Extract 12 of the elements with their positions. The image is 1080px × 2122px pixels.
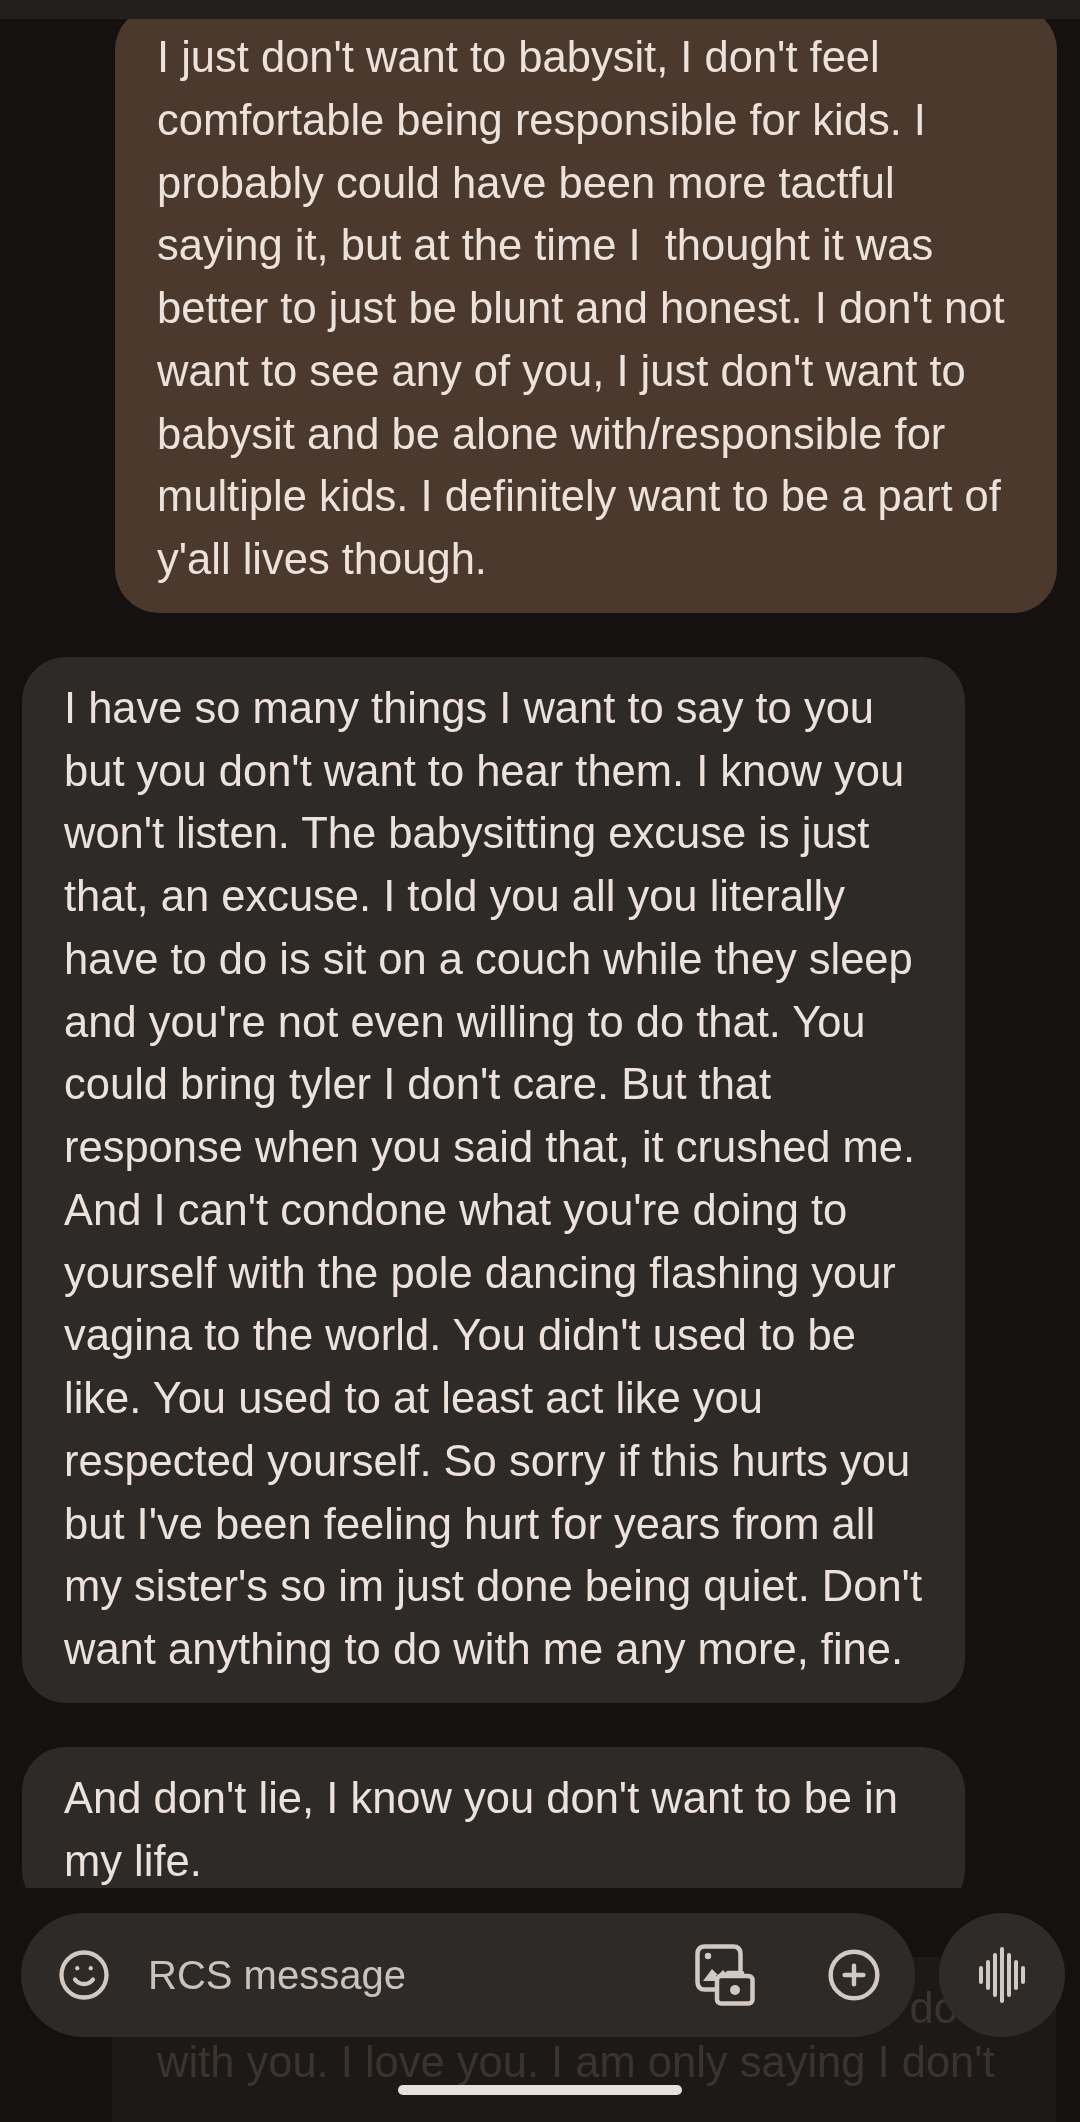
smiley-icon bbox=[57, 1948, 111, 2002]
gallery-button[interactable] bbox=[695, 1944, 755, 2006]
add-button[interactable] bbox=[826, 1947, 882, 2003]
plus-circle-icon bbox=[826, 1947, 882, 2003]
message-text: I just don't want to babysit, I don't feel comfortable being responsible for kids. I probably could have been more tactful saying it, but at the time I thought it was better to just be blunt and honest. I don't not want to see any of you, I just don't want to babysit and be alone with/responsible for multiple kids. I definitely want to be a part of y'all lives though. bbox=[157, 32, 1006, 585]
waveform-icon bbox=[977, 1947, 1027, 2003]
image-camera-icon bbox=[695, 1944, 755, 2006]
compose-bar[interactable]: RCS message bbox=[21, 1913, 915, 2037]
message-text: I have so many things I want to say to you but you don't want to hear them. I know you won't listen. The babysitting excuse is just that, an excuse. I told you all you literally have to do is sit on a couch while they sleep and you're not even willing to do that. You could bring tyler I don't care. But that response when you said that, it crushed me. And I can't condone what you're doing to yourself with the pole dancing flashing your vagina to the world. You didn't used to be like. You used to at least act like you respected yourself. So sorry if this hurts you but I've been feeling hurt for years from all my sister's so im just done being quiet. Don't want anything to do with me any more, fine. bbox=[64, 682, 923, 1675]
message-input[interactable]: RCS message bbox=[148, 1943, 663, 2007]
message-text: And don't lie, I know you don't want to be in my life. bbox=[64, 1772, 899, 1887]
emoji-button[interactable] bbox=[57, 1948, 111, 2002]
